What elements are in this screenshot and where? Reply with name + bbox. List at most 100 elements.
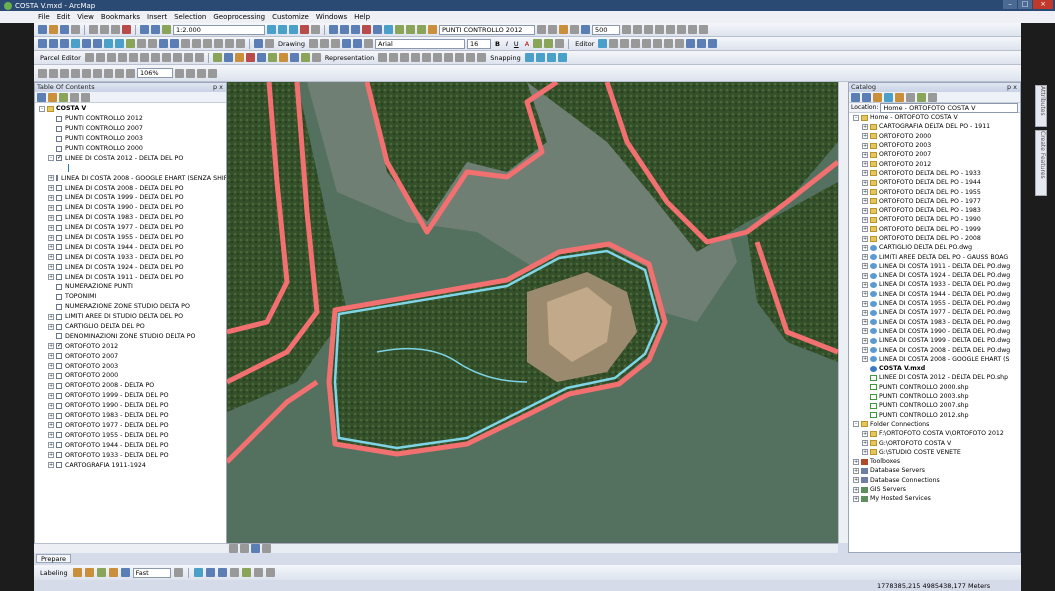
catalog-item[interactable]: + CARTOGRAFIA DELTA DEL PO - 1911 (849, 122, 1020, 131)
expand-icon[interactable]: + (48, 363, 54, 370)
toc-layer-item[interactable]: + ORTOFOTO 1944 - DELTA DEL PO (35, 440, 226, 450)
label-settings-icon[interactable] (173, 568, 183, 577)
back-arrow-icon[interactable] (851, 92, 860, 102)
toc-layer-item[interactable]: NUMERAZIONE ZONE STUDIO DELTA PO (35, 302, 226, 312)
expand-icon[interactable]: + (862, 347, 868, 354)
identify-results-icon[interactable] (253, 568, 263, 577)
fix-topology-icon[interactable] (245, 53, 255, 62)
layer-visibility-checkbox[interactable] (56, 382, 62, 389)
find-icon[interactable] (699, 25, 708, 34)
flicker-rate-combo[interactable]: 500 (592, 24, 620, 35)
toc-layer-item[interactable]: + ORTOFOTO 2003 (35, 361, 226, 371)
align-edge-icon[interactable] (289, 53, 299, 62)
toc-layer-item[interactable]: - ✓ LINEE DI COSTA 2012 - DELTA DEL PO (35, 153, 226, 163)
attributes-side-tab[interactable]: Attributes (1035, 85, 1047, 127)
layer-visibility-checkbox[interactable] (56, 313, 62, 320)
catalog-item[interactable]: + CARTIGLIO DELTA DEL PO.dwg (849, 243, 1020, 252)
layout-zoom-out-icon[interactable] (49, 68, 58, 78)
expand-icon[interactable]: + (48, 234, 54, 241)
parcel-check-icon[interactable] (194, 53, 204, 62)
menu-insert[interactable]: Insert (147, 13, 167, 21)
attributes-icon[interactable] (686, 39, 696, 48)
delete-icon[interactable] (122, 25, 131, 34)
copy-icon[interactable] (100, 25, 109, 34)
expand-icon[interactable]: + (862, 440, 868, 447)
layer-visibility-checkbox[interactable] (56, 293, 62, 300)
catalog-item[interactable]: + ORTOFOTO DELTA DEL PO - 1977 (849, 197, 1020, 206)
toc-layer-item[interactable]: + ✓ ORTOFOTO 2012 (35, 341, 226, 351)
extra-tool-icon[interactable] (265, 568, 275, 577)
location-combo[interactable]: Home - ORTOFOTO COSTA V (880, 102, 1018, 113)
labeling-menu[interactable]: Labeling (40, 569, 68, 577)
expand-icon[interactable]: + (862, 244, 868, 251)
menu-edit[interactable]: Edit (57, 13, 71, 21)
select-tool-icon[interactable] (193, 568, 203, 577)
collapse-icon[interactable]: - (48, 155, 54, 162)
flicker-icon[interactable] (581, 25, 590, 34)
data-driven-pages-icon[interactable] (208, 68, 217, 78)
html-popup-icon[interactable] (214, 39, 223, 48)
close-button[interactable]: × (1033, 0, 1053, 9)
expand-icon[interactable]: + (48, 343, 54, 350)
viewer-icon[interactable] (644, 25, 653, 34)
swipe-icon[interactable] (570, 25, 579, 34)
rep-props-icon[interactable] (477, 53, 487, 62)
georef-grid-icon[interactable] (406, 25, 415, 34)
catalog-item[interactable]: + F:\ORTOFOTO COSTA V\ORTOFOTO 2012 (849, 429, 1020, 438)
text-tool-icon[interactable] (353, 39, 363, 48)
expand-icon[interactable]: + (862, 151, 868, 158)
expand-icon[interactable]: + (48, 442, 54, 449)
expand-icon[interactable]: + (853, 467, 859, 474)
menu-file[interactable]: File (38, 13, 50, 21)
shared-features-icon[interactable] (267, 53, 277, 62)
rep-rotate-icon[interactable] (400, 53, 410, 62)
layer-visibility-checkbox[interactable] (56, 412, 62, 419)
layer-visibility-checkbox[interactable] (56, 402, 62, 409)
layer-visibility-checkbox[interactable] (56, 125, 62, 132)
layout-forward-icon[interactable] (126, 68, 135, 78)
layer-visibility-checkbox[interactable] (56, 432, 62, 439)
catalog-item[interactable]: + LINEA DI COSTA 1924 - DELTA DEL PO.dwg (849, 271, 1020, 280)
select-elements-arrow-icon[interactable] (309, 39, 319, 48)
toc-horizontal-scrollbar[interactable] (34, 543, 227, 553)
catalog-item[interactable]: + LIMITI AREE DELTA DEL PO - GAUSS BOAG (849, 252, 1020, 261)
polyline-tool-icon[interactable] (217, 568, 227, 577)
toc-layer-item[interactable]: + ORTOFOTO 1990 - DELTA DEL PO (35, 401, 226, 411)
layer-visibility-checkbox[interactable] (56, 224, 62, 231)
expand-icon[interactable]: + (853, 486, 859, 493)
catalog-item[interactable]: + LINEA DI COSTA 1990 - DELTA DEL PO.dwg (849, 327, 1020, 336)
layout-fixed-out-icon[interactable] (104, 68, 113, 78)
expand-icon[interactable]: + (853, 477, 859, 484)
expand-icon[interactable]: + (48, 194, 54, 201)
expand-icon[interactable]: + (862, 133, 868, 140)
layer-visibility-checkbox[interactable] (56, 254, 62, 261)
parcel-join-icon[interactable] (95, 53, 105, 62)
clear-selection-icon[interactable] (137, 39, 146, 48)
italic-button[interactable]: I (506, 40, 508, 48)
catalog-item[interactable]: PUNTI CONTROLLO 2003.shp (849, 392, 1020, 401)
reshape-edge-icon[interactable] (278, 53, 288, 62)
table-icon[interactable] (254, 39, 263, 48)
toc-layer-item[interactable]: + LINEA DI COSTA 1999 - DELTA DEL PO (35, 193, 226, 203)
save-icon[interactable] (60, 25, 69, 34)
connect-folder-icon[interactable] (895, 92, 904, 102)
smooth-icon[interactable] (311, 53, 321, 62)
python-window-icon[interactable] (311, 25, 320, 34)
layer-visibility-checkbox[interactable] (56, 372, 62, 379)
drawing-menu[interactable]: Drawing (278, 40, 305, 48)
layer-visibility-checkbox[interactable] (56, 462, 62, 468)
new-document-icon[interactable] (38, 25, 47, 34)
catalog-item[interactable]: + LINEA DI COSTA 1944 - DELTA DEL PO.dwg (849, 290, 1020, 299)
snap-point-icon[interactable] (524, 53, 534, 62)
catalog-item[interactable]: + ORTOFOTO DELTA DEL PO - 1944 (849, 178, 1020, 187)
select-elements-icon[interactable] (148, 39, 157, 48)
layer-visibility-checkbox[interactable] (56, 234, 62, 241)
expand-icon[interactable]: + (862, 272, 868, 279)
layer-visibility-checkbox[interactable] (56, 274, 62, 281)
toc-layer-item[interactable]: + LINEA DI COSTA 1933 - DELTA DEL PO (35, 252, 226, 262)
toc-pin-close-icon[interactable]: p x (213, 83, 223, 92)
error-inspector-icon[interactable] (234, 53, 244, 62)
layer-visibility-checkbox[interactable] (56, 115, 62, 122)
expand-icon[interactable]: + (48, 452, 54, 459)
full-extent-icon[interactable] (71, 39, 80, 48)
